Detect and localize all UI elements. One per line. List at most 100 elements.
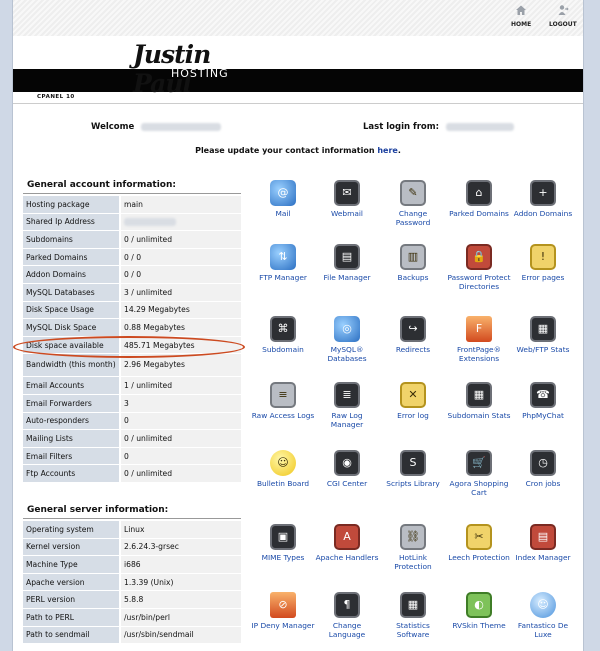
tool-label: Apache Handlers	[315, 553, 379, 562]
tool-error-pages[interactable]: ! Error pages	[511, 244, 575, 283]
tool-label: Leech Protection	[448, 553, 510, 562]
info-row: Mailing Lists 0 / unlimited	[23, 430, 241, 448]
tool-label: Parked Domains	[449, 209, 509, 218]
tool-statistics[interactable]: ▦ Statistics Software	[381, 592, 445, 640]
info-value: 3	[121, 394, 241, 413]
mysql-icon: ◎	[334, 316, 360, 342]
info-value: 2.6.24.3-grsec	[121, 538, 241, 557]
tool-password[interactable]: ✎ Change Password	[381, 180, 445, 228]
tool-shopping-cart[interactable]: 🛒 Agora Shopping Cart	[447, 450, 511, 498]
last-login-ip-redacted	[445, 122, 514, 131]
cpanel-bar: CPANEL 10	[13, 92, 583, 104]
tool-label: File Manager	[323, 273, 371, 282]
tool-raw-log-manager[interactable]: ≣ Raw Log Manager	[315, 382, 379, 430]
tool-cgi[interactable]: ◉ CGI Center	[315, 450, 379, 489]
tool-hotlink[interactable]: ⛓ HotLink Protection	[381, 524, 445, 572]
update-contact-link[interactable]: here	[377, 146, 398, 155]
info-row: Disk Space Usage 14.29 Megabytes	[23, 301, 241, 320]
ip-redacted	[124, 218, 176, 227]
info-value: 1.3.39 (Unix)	[121, 573, 241, 592]
info-key: Email Accounts	[23, 377, 121, 395]
tool-mime[interactable]: ▣ MIME Types	[251, 524, 315, 563]
tool-label: Change Password	[395, 209, 431, 227]
info-value: 5.8.8	[121, 591, 241, 609]
scripts-icon: S	[400, 450, 426, 476]
info-value: 3 / unlimited	[121, 283, 241, 302]
info-key: Disk Space Usage	[23, 301, 121, 320]
info-key: Apache version	[23, 573, 121, 592]
tool-redirects[interactable]: ↪ Redirects	[381, 316, 445, 355]
tool-label: Error log	[397, 411, 429, 420]
tool-label: MySQL® Databases	[327, 345, 367, 363]
tool-label: Error pages	[521, 273, 565, 282]
tool-fantastico[interactable]: ☺ Fantastico De Luxe	[511, 592, 575, 640]
tool-apache[interactable]: A Apache Handlers	[315, 524, 379, 563]
tool-label: IP Deny Manager	[251, 621, 315, 630]
tool-addon-domains[interactable]: + Addon Domains	[511, 180, 575, 219]
tool-file-manager[interactable]: ▤ File Manager	[315, 244, 379, 283]
info-value: 0 / 0	[121, 266, 241, 284]
lock-folder-icon: 🔒	[466, 244, 492, 270]
info-key: Kernel version	[23, 538, 121, 557]
tool-stats[interactable]: ▦ Web/FTP Stats	[511, 316, 575, 355]
redirects-icon: ↪	[400, 316, 426, 342]
addon-domains-icon: +	[530, 180, 556, 206]
tool-leech[interactable]: ✂ Leech Protection	[447, 524, 511, 563]
tool-subdomain-stats[interactable]: ▦ Subdomain Stats	[447, 382, 511, 421]
tool-index[interactable]: ▤ Index Manager	[511, 524, 575, 563]
info-row: Auto-responders 0	[23, 412, 241, 431]
info-value: 14.29 Megabytes	[121, 301, 241, 320]
tool-language[interactable]: ¶ Change Language	[315, 592, 379, 640]
banner-black-bar	[13, 69, 583, 92]
home-link[interactable]: HOME	[511, 4, 531, 28]
cron-icon: ◷	[530, 450, 556, 476]
tool-bulletin-board[interactable]: ☺ Bulletin Board	[251, 450, 315, 489]
tool-label: RVSkin Theme	[452, 621, 506, 630]
tool-mysql[interactable]: ◎ MySQL® Databases	[315, 316, 379, 364]
info-value: Linux	[121, 521, 241, 539]
tool-error-log[interactable]: ✕ Error log	[381, 382, 445, 421]
cgi-icon: ◉	[334, 450, 360, 476]
tool-label: Index Manager	[515, 553, 571, 562]
subdomain-stats-icon: ▦	[466, 382, 492, 408]
tool-ip-deny[interactable]: ⊘ IP Deny Manager	[251, 592, 315, 631]
tool-backups[interactable]: ▥ Backups	[381, 244, 445, 283]
tool-ftp[interactable]: ⇅ FTP Manager	[251, 244, 315, 283]
tool-label: FTP Manager	[259, 273, 307, 282]
info-row: Operating system Linux	[23, 521, 241, 539]
top-stripe	[13, 0, 583, 36]
tool-label: Subdomain Stats	[447, 411, 511, 420]
brand-sub: HOSTING	[171, 67, 229, 80]
tool-mail[interactable]: @ Mail	[251, 180, 315, 219]
logout-label: LOGOUT	[549, 21, 577, 28]
disk-space-highlight-oval	[13, 336, 245, 358]
error-pages-icon: !	[530, 244, 556, 270]
logout-link[interactable]: LOGOUT	[549, 4, 577, 28]
info-key: Email Forwarders	[23, 394, 121, 413]
tool-scripts[interactable]: S Scripts Library	[381, 450, 445, 489]
password-icon: ✎	[400, 180, 426, 206]
info-key: Machine Type	[23, 556, 121, 574]
info-row: MySQL Databases 3 / unlimited	[23, 283, 241, 302]
info-row: Email Filters 0	[23, 447, 241, 466]
tool-parked-domains[interactable]: ⌂ Parked Domains	[447, 180, 511, 219]
language-icon: ¶	[334, 592, 360, 618]
theme-icon: ◐	[466, 592, 492, 618]
tool-frontpage[interactable]: F FrontPage® Extensions	[447, 316, 511, 364]
tool-theme[interactable]: ◐ RVSkin Theme	[447, 592, 511, 631]
mime-icon: ▣	[270, 524, 296, 550]
info-key: Auto-responders	[23, 412, 121, 431]
tool-raw-logs[interactable]: ≡ Raw Access Logs	[251, 382, 315, 421]
stats-icon: ▦	[530, 316, 556, 342]
brand-logo: Justin Paul HOSTING	[133, 40, 243, 98]
index-icon: ▤	[530, 524, 556, 550]
tool-lock-folder[interactable]: 🔒 Password Protect Directories	[447, 244, 511, 292]
tool-cron[interactable]: ◷ Cron jobs	[511, 450, 575, 489]
apache-icon: A	[334, 524, 360, 550]
server-info-title: General server information:	[27, 505, 169, 515]
info-row: Subdomains 0 / unlimited	[23, 231, 241, 249]
tool-webmail[interactable]: ✉ Webmail	[315, 180, 379, 219]
tool-subdomain[interactable]: ⌘ Subdomain	[251, 316, 315, 355]
tool-chat[interactable]: ☎ PhpMyChat	[511, 382, 575, 421]
info-row: Shared Ip Address	[23, 213, 241, 232]
